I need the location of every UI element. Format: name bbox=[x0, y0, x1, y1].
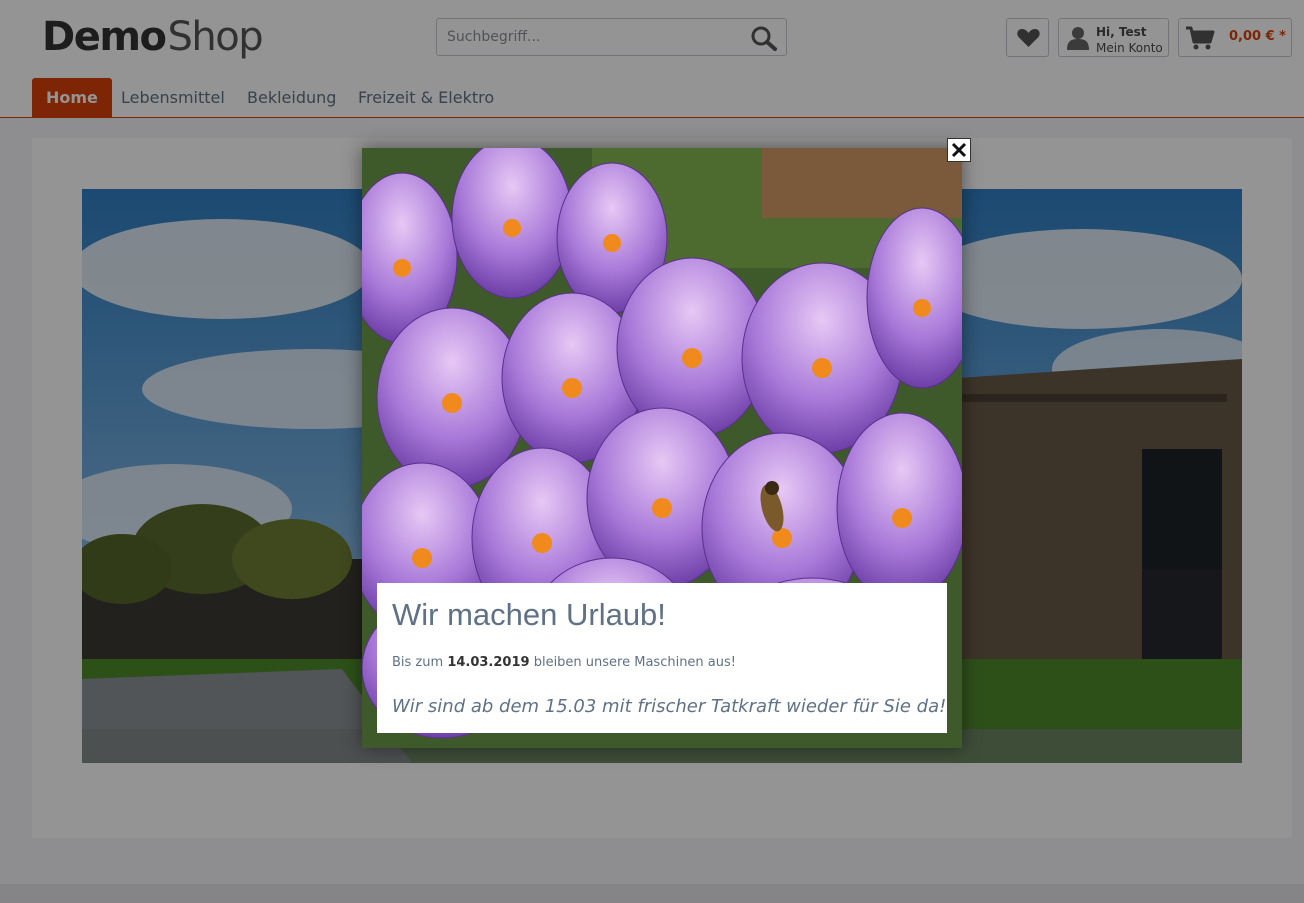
message-date: 14.03.2019 bbox=[447, 655, 530, 670]
vacation-modal: Wir machen Urlaub! Bis zum 14.03.2019 bl… bbox=[362, 148, 962, 748]
modal-title: Wir machen Urlaub! bbox=[392, 597, 666, 632]
modal-message: Bis zum 14.03.2019 bleiben unsere Maschi… bbox=[392, 655, 736, 670]
modal-close-button[interactable] bbox=[947, 138, 971, 162]
close-icon bbox=[951, 142, 967, 158]
modal-return-note: Wir sind ab dem 15.03 mit frischer Tatkr… bbox=[392, 696, 947, 717]
message-prefix: Bis zum bbox=[392, 655, 444, 670]
modal-text-box: Wir machen Urlaub! Bis zum 14.03.2019 bl… bbox=[377, 583, 947, 733]
message-suffix: bleiben unsere Maschinen aus! bbox=[533, 655, 736, 670]
